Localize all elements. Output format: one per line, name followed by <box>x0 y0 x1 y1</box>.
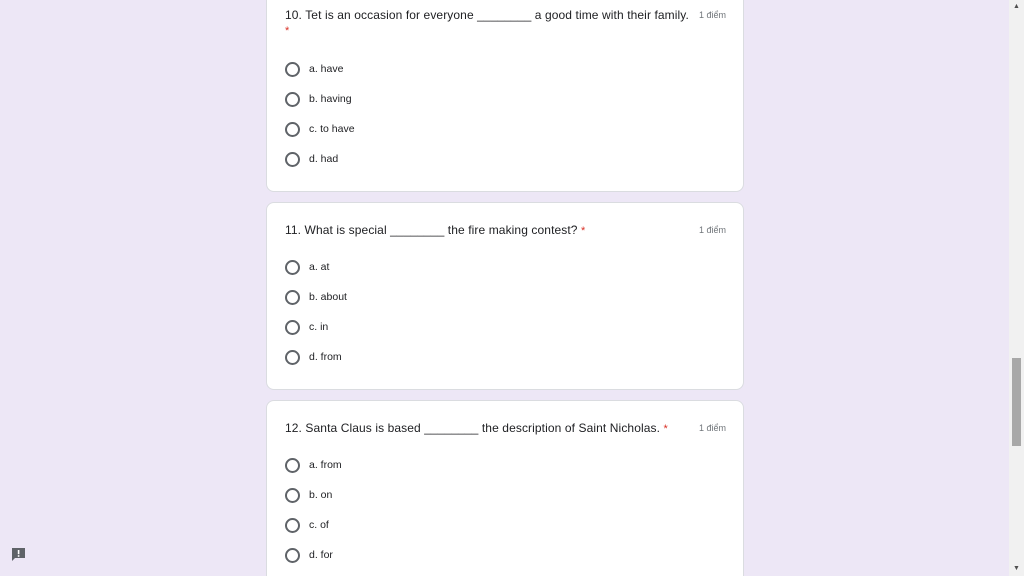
option-label: d. from <box>309 351 342 363</box>
option-label: b. on <box>309 489 333 501</box>
option-label: b. having <box>309 93 352 105</box>
form-page: 10. Tet is an occasion for everyone ____… <box>0 0 1024 576</box>
question-card-11: 11. What is special ________ the fire ma… <box>266 202 744 390</box>
option-label: c. in <box>309 321 329 333</box>
radio-button[interactable] <box>285 289 300 305</box>
required-asterisk: * <box>285 25 290 37</box>
question-card-10: 10. Tet is an occasion for everyone ____… <box>266 0 744 192</box>
scroll-down-arrow-icon[interactable]: ▼ <box>1009 562 1024 576</box>
question-text: 11. What is special ________ the fire ma… <box>285 223 578 237</box>
radio-button[interactable] <box>285 61 300 77</box>
radio-button[interactable] <box>285 259 300 275</box>
option-b[interactable]: b. about <box>285 287 347 307</box>
scroll-thumb[interactable] <box>1012 358 1021 446</box>
question-title: 11. What is special ________ the fire ma… <box>285 223 585 237</box>
option-d[interactable]: d. for <box>285 545 333 565</box>
option-label: d. for <box>309 549 333 561</box>
radio-button[interactable] <box>285 151 300 167</box>
scroll-up-arrow-icon[interactable]: ▲ <box>1009 0 1024 14</box>
option-a[interactable]: a. at <box>285 257 329 277</box>
question-card-12: 12. Santa Claus is based ________ the de… <box>266 400 744 576</box>
option-d[interactable]: d. had <box>285 149 338 169</box>
option-label: a. at <box>309 261 330 273</box>
option-c[interactable]: c. to have <box>285 119 355 139</box>
radio-button[interactable] <box>285 457 300 473</box>
option-label: a. from <box>309 459 342 471</box>
radio-button[interactable] <box>285 319 300 335</box>
radio-button[interactable] <box>285 517 300 533</box>
option-label: c. of <box>309 519 329 531</box>
radio-button[interactable] <box>285 487 300 503</box>
required-asterisk: * <box>663 423 668 435</box>
option-a[interactable]: a. from <box>285 455 342 475</box>
radio-button[interactable] <box>285 349 300 365</box>
radio-button[interactable] <box>285 547 300 563</box>
points-label: 1 điểm <box>698 423 726 433</box>
points-label: 1 điểm <box>698 10 726 20</box>
option-b[interactable]: b. on <box>285 485 332 505</box>
required-asterisk: * <box>581 225 586 237</box>
option-b[interactable]: b. having <box>285 89 352 109</box>
question-title: 12. Santa Claus is based ________ the de… <box>285 421 668 435</box>
option-a[interactable]: a. have <box>285 59 343 79</box>
option-d[interactable]: d. from <box>285 347 342 367</box>
question-text: 10. Tet is an occasion for everyone ____… <box>285 8 689 22</box>
report-feedback-icon[interactable] <box>10 546 27 563</box>
option-label: b. about <box>309 291 347 303</box>
option-c[interactable]: c. in <box>285 317 328 337</box>
option-label: c. to have <box>309 123 355 135</box>
option-label: a. have <box>309 63 344 75</box>
vertical-scrollbar[interactable]: ▲ ▼ <box>1009 0 1024 576</box>
question-title: 10. Tet is an occasion for everyone ____… <box>285 8 689 22</box>
radio-button[interactable] <box>285 121 300 137</box>
option-label: d. had <box>309 153 339 165</box>
radio-button[interactable] <box>285 91 300 107</box>
points-label: 1 điểm <box>698 225 726 235</box>
question-text: 12. Santa Claus is based ________ the de… <box>285 421 661 435</box>
option-c[interactable]: c. of <box>285 515 329 535</box>
